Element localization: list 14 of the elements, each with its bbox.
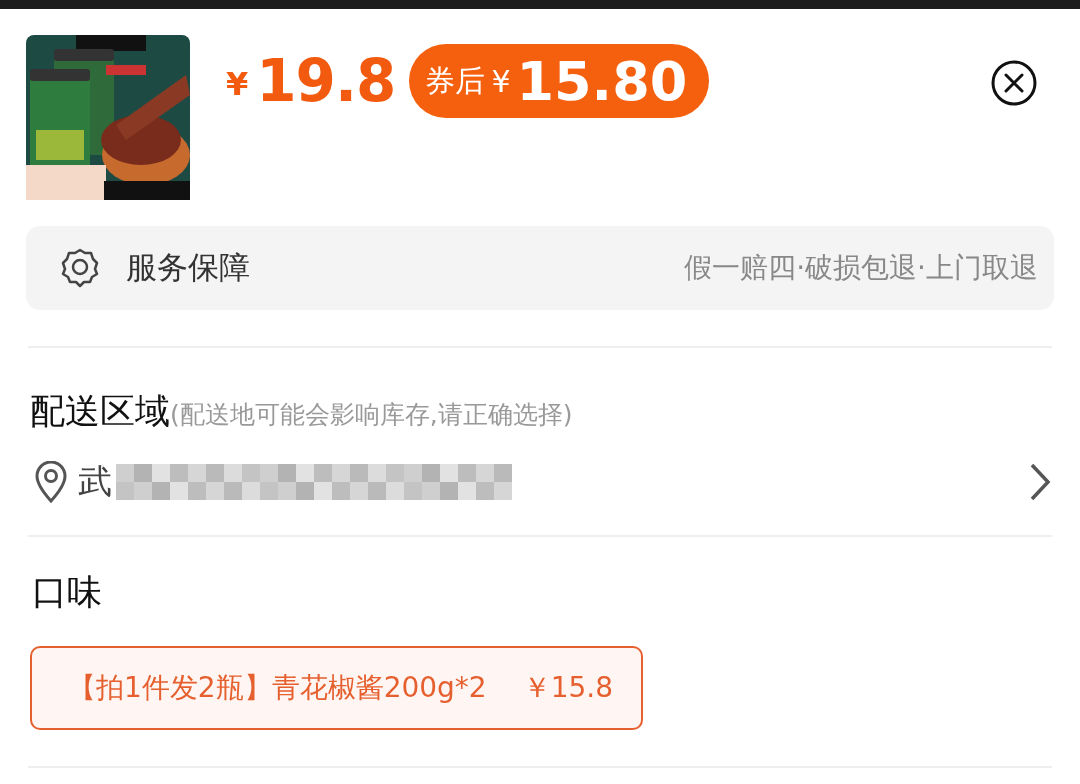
hint-text: (配送地可能会影响库存,请正确选择) xyxy=(170,400,573,429)
address-text: 武 xyxy=(78,460,112,503)
chevron-right-icon xyxy=(1028,461,1052,503)
service-title: 服务保障 xyxy=(126,248,250,287)
service-features: 假一赔四·破损包退·上门取退 xyxy=(684,250,1038,286)
price: 19.8 xyxy=(256,47,396,115)
section-title: 口味 xyxy=(32,571,103,614)
coupon-price-badge: 券后 ¥15.80 xyxy=(409,44,710,118)
address-row[interactable]: 武 xyxy=(34,459,1052,505)
currency-symbol: ¥ xyxy=(226,65,249,103)
location-pin-icon xyxy=(34,461,68,503)
close-button[interactable] xyxy=(990,59,1038,107)
section-title: 配送区域 xyxy=(30,391,170,431)
badge-icon xyxy=(60,247,100,289)
